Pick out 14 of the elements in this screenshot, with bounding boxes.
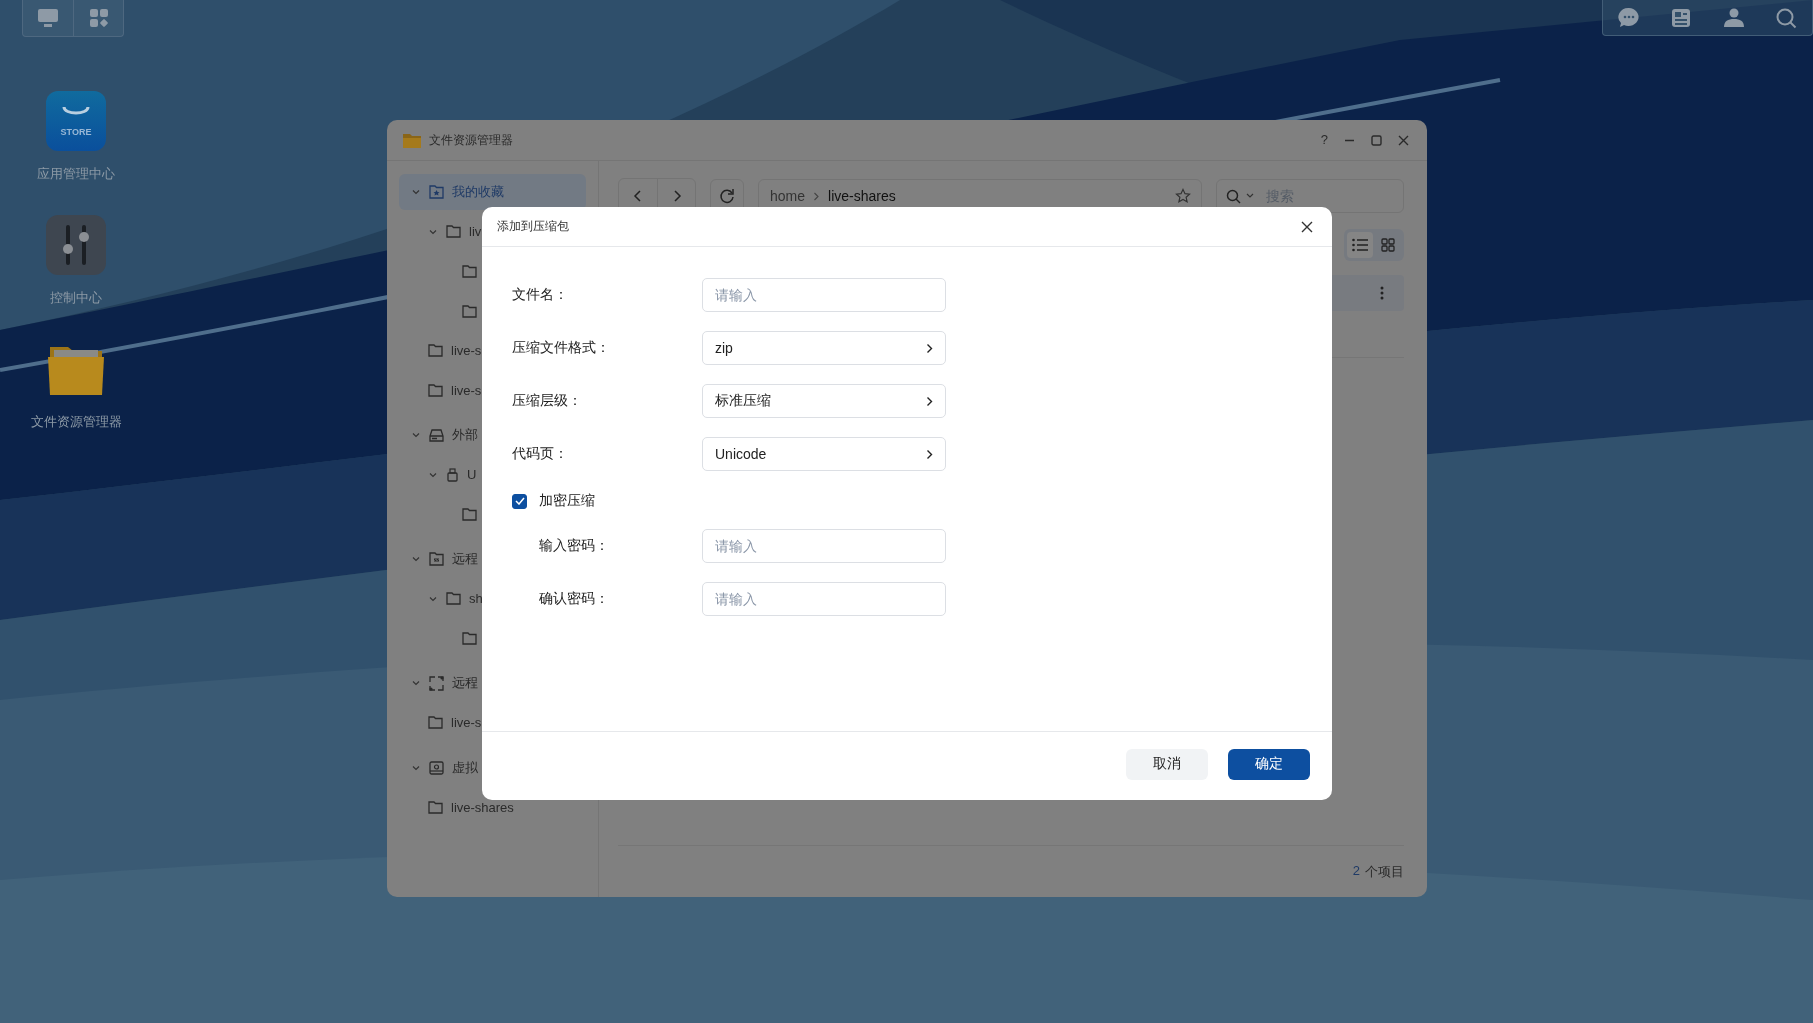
- app-label: 应用管理中心: [37, 165, 115, 183]
- field-label: 代码页：: [512, 445, 569, 463]
- item-count-label: 个项目: [1365, 863, 1404, 881]
- field-label: 输入密码：: [539, 537, 610, 555]
- checkbox-label: 加密压缩: [539, 492, 595, 510]
- app-label: 控制中心: [50, 289, 102, 307]
- app-label: 文件资源管理器: [30, 413, 122, 431]
- item-count: 2: [1352, 863, 1360, 880]
- field-label: 压缩层级：: [512, 392, 583, 410]
- window-title: 文件资源管理器: [429, 131, 513, 149]
- field-label: 压缩文件格式：: [512, 339, 611, 357]
- dialog-title: 添加到压缩包: [497, 218, 569, 235]
- field-label: 确认密码：: [539, 590, 610, 608]
- field-label: 文件名：: [512, 286, 569, 304]
